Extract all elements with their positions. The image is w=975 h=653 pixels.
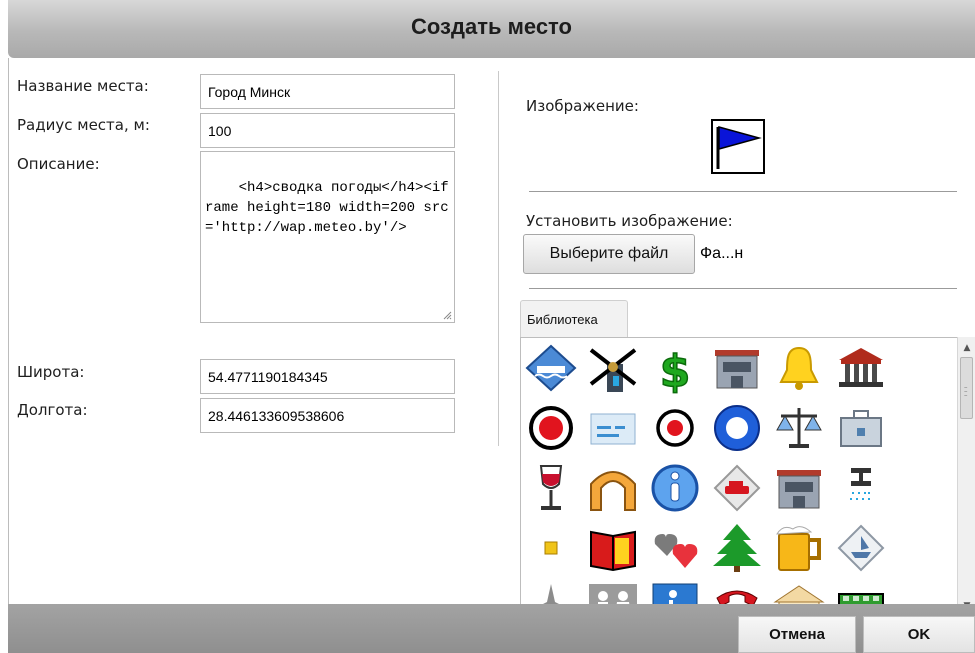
- dollar-icon[interactable]: $: [647, 340, 703, 396]
- office-icon[interactable]: [771, 460, 827, 516]
- longitude-label: Долгота:: [17, 401, 88, 419]
- boat-sign-icon[interactable]: [523, 340, 579, 396]
- place-radius-input[interactable]: 100: [200, 113, 455, 148]
- set-image-label: Установить изображение:: [526, 212, 733, 230]
- tab-library[interactable]: Библиотека: [520, 300, 628, 337]
- info-icon[interactable]: [647, 460, 703, 516]
- briefcase-icon[interactable]: [833, 400, 889, 456]
- building-icon[interactable]: [709, 340, 765, 396]
- place-name-input[interactable]: Город Минск: [200, 74, 455, 109]
- shower-icon[interactable]: [833, 460, 889, 516]
- bank-icon[interactable]: [833, 340, 889, 396]
- tunnel-icon[interactable]: [585, 460, 641, 516]
- dialog-header: Создать место: [8, 0, 975, 58]
- icon-library: $: [520, 337, 958, 617]
- blue-flag-icon: [716, 126, 762, 169]
- scroll-up-icon[interactable]: ▲: [958, 339, 975, 357]
- car-sign-icon[interactable]: [709, 460, 765, 516]
- resize-handle-icon[interactable]: [442, 310, 452, 320]
- dialog-title: Создать место: [411, 14, 572, 39]
- latitude-input[interactable]: 54.4771190184345: [200, 359, 455, 394]
- place-name-label: Название места:: [17, 77, 149, 95]
- bell-icon[interactable]: [771, 340, 827, 396]
- choose-file-button[interactable]: Выберите файл: [523, 234, 695, 274]
- hearts-icon[interactable]: [647, 520, 703, 576]
- image-label: Изображение:: [526, 97, 639, 115]
- place-radius-label: Радиус места, м:: [17, 116, 150, 134]
- windmill-icon[interactable]: [585, 340, 641, 396]
- longitude-input[interactable]: 28.446133609538606: [200, 398, 455, 433]
- wine-icon[interactable]: [523, 460, 579, 516]
- description-label: Описание:: [17, 155, 100, 173]
- latitude-label: Широта:: [17, 363, 85, 381]
- small-square-icon[interactable]: [523, 520, 579, 576]
- sign-icon[interactable]: [585, 400, 641, 456]
- cancel-button[interactable]: Отмена: [738, 616, 856, 653]
- create-place-dialog: Создать место Название места: Город Минс…: [0, 0, 975, 653]
- current-image-preview: [711, 119, 765, 174]
- blue-circle-icon[interactable]: [709, 400, 765, 456]
- scroll-thumb[interactable]: – – –: [960, 357, 973, 419]
- scales-icon[interactable]: [771, 400, 827, 456]
- red-dot-small-icon[interactable]: [647, 400, 703, 456]
- book-icon[interactable]: [585, 520, 641, 576]
- library-scrollbar[interactable]: ▲ ––– ▼: [957, 337, 975, 617]
- description-textarea[interactable]: <h4>сводка погоды</h4><iframe height=180…: [200, 151, 455, 323]
- ship-sign-icon[interactable]: [833, 520, 889, 576]
- ok-button[interactable]: OK: [863, 616, 975, 653]
- column-divider: [498, 71, 499, 446]
- svg-text:$: $: [660, 346, 691, 396]
- description-text: <h4>сводка погоды</h4><iframe height=180…: [205, 180, 449, 236]
- beer-icon[interactable]: [771, 520, 827, 576]
- file-status-text: Фа...н: [698, 234, 776, 274]
- red-dot-large-icon[interactable]: [523, 400, 579, 456]
- divider-2: [529, 288, 957, 289]
- scroll-grip-icon: – – –: [964, 383, 968, 399]
- divider-1: [529, 191, 957, 192]
- tree-icon[interactable]: [709, 520, 765, 576]
